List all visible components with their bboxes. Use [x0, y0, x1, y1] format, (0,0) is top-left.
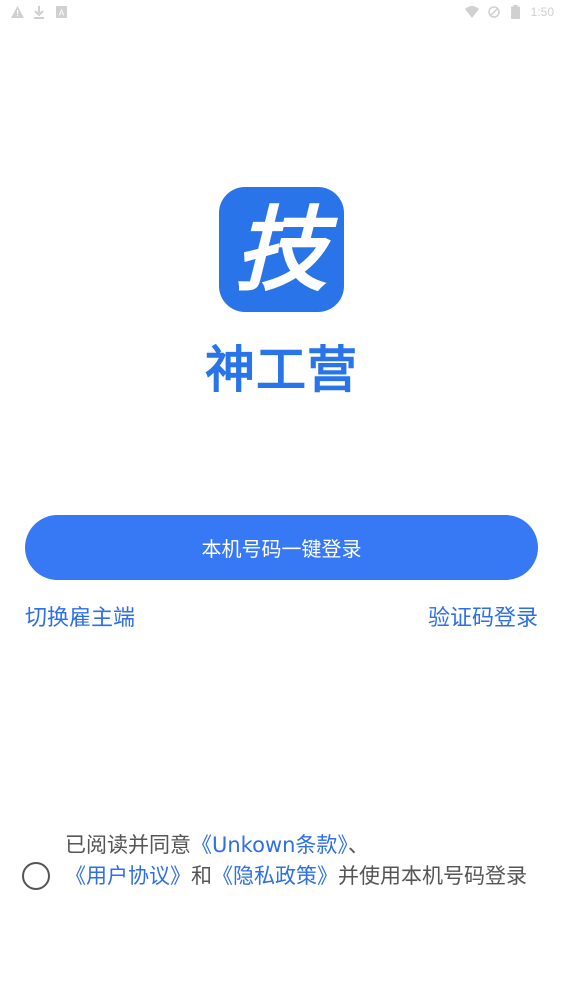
terms-link[interactable]: 《Unkown条款》	[191, 833, 348, 857]
wifi-icon	[464, 5, 479, 19]
status-bar: A 1:50	[0, 0, 563, 24]
login-screen: A 1:50 技 神工营 本机号码一键登录 切换雇主端 验证码登录 已阅读并同意…	[0, 0, 563, 1000]
agreement-and: 和	[191, 864, 212, 888]
svg-text:A: A	[58, 9, 64, 18]
agreement-suffix: 并使用本机号码登录	[338, 864, 527, 888]
battery-icon	[509, 5, 523, 19]
status-left-icons: A	[10, 5, 68, 19]
agreement-separator: 、	[347, 833, 369, 857]
app-name: 神工营	[205, 341, 358, 399]
agreement-prefix: 已阅读并同意	[65, 833, 191, 857]
one-click-login-button[interactable]: 本机号码一键登录	[25, 515, 538, 580]
sms-login-link[interactable]: 验证码登录	[428, 600, 538, 632]
status-time: 1:50	[530, 5, 554, 19]
privacy-policy-link[interactable]: 《隐私政策》	[212, 864, 338, 888]
warning-icon	[10, 5, 24, 19]
app-logo: 技	[219, 187, 344, 312]
logo-glyph: 技	[235, 196, 339, 304]
no-signal-icon	[487, 5, 501, 19]
download-icon	[32, 5, 46, 19]
switch-employer-link[interactable]: 切换雇主端	[25, 600, 135, 632]
logo-char: 技	[235, 196, 339, 304]
agreement-text: 已阅读并同意《Unkown条款》、《用户协议》和《隐私政策》并使用本机号码登录	[65, 830, 535, 892]
status-right-icons: 1:50	[464, 5, 554, 19]
notification-icon: A	[54, 5, 68, 19]
user-agreement-link[interactable]: 《用户协议》	[65, 864, 191, 888]
agreement-checkbox[interactable]	[22, 862, 50, 890]
